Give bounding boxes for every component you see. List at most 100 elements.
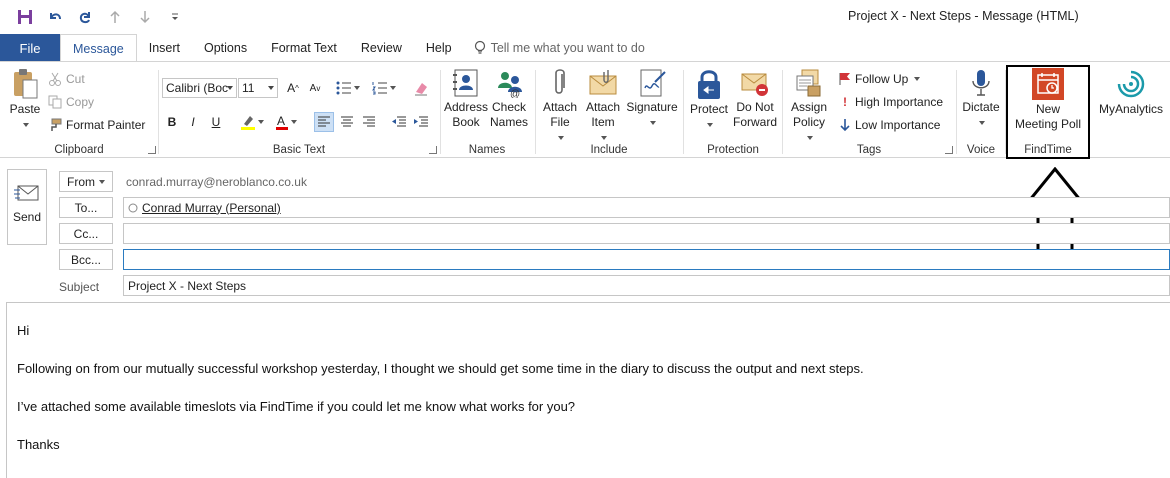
body-line: I’ve attached some available timeslots v… (17, 399, 576, 414)
tab-help[interactable]: Help (414, 34, 464, 62)
tags-dialog-launcher[interactable] (945, 146, 953, 154)
tell-me-text: Tell me what you want to do (490, 41, 645, 55)
group-label-basic-text: Basic Text (272, 144, 326, 156)
follow-up-button[interactable]: Follow Up (839, 72, 921, 86)
message-body[interactable]: Hi Following on from our mutually succes… (6, 302, 1170, 478)
tab-insert[interactable]: Insert (137, 34, 192, 62)
redo-icon[interactable] (74, 7, 96, 27)
flag-icon (839, 73, 850, 85)
myanalytics-button[interactable]: MyAnalytics (1092, 68, 1170, 117)
title-bar: Project X - Next Steps - Message (HTML) (0, 0, 1170, 34)
bcc-field[interactable] (123, 249, 1170, 270)
group-label-voice: Voice (966, 144, 996, 156)
paste-button[interactable]: Paste (8, 68, 42, 132)
address-book-button[interactable]: Address Book (443, 68, 489, 130)
font-size-select[interactable]: 11 (238, 78, 278, 98)
check-names-icon: @ (498, 72, 522, 98)
scissors-icon (49, 72, 61, 86)
align-left-icon[interactable] (314, 112, 334, 132)
shrink-font-icon[interactable]: Av (305, 78, 325, 98)
cc-button[interactable]: Cc... (59, 223, 113, 244)
window-title: Project X - Next Steps - Message (HTML) (848, 9, 1079, 23)
tab-message[interactable]: Message (60, 34, 137, 62)
tab-review[interactable]: Review (349, 34, 414, 62)
assign-policy-button[interactable]: Assign Policy (785, 68, 833, 145)
to-button[interactable]: To... (59, 197, 113, 218)
myanalytics-icon (1117, 70, 1145, 98)
exclamation-icon: ! (843, 95, 847, 109)
recipient-chip[interactable]: Conrad Murray (Personal) (128, 201, 281, 215)
underline-button[interactable]: U (206, 112, 226, 132)
dictate-button[interactable]: Dictate (959, 68, 1003, 130)
low-importance-button[interactable]: Low Importance (839, 118, 940, 132)
bullets-icon[interactable] (333, 78, 363, 98)
decrease-indent-icon[interactable] (389, 112, 409, 132)
increase-indent-icon[interactable] (411, 112, 431, 132)
font-family-select[interactable]: Calibri (Boc (162, 78, 237, 98)
customize-toolbar-icon[interactable] (164, 7, 186, 27)
subject-label: Subject (59, 280, 100, 294)
bcc-button[interactable]: Bcc... (59, 249, 113, 270)
group-label-clipboard: Clipboard (54, 144, 104, 156)
group-include: Attach File Attach Item Signature Includ… (536, 66, 682, 156)
cc-field[interactable] (123, 223, 1170, 244)
group-names: Address Book @ Check Names Names (441, 66, 533, 156)
undo-icon[interactable] (44, 7, 66, 27)
clear-formatting-icon[interactable] (411, 78, 431, 98)
do-not-forward-icon (741, 73, 768, 96)
signature-icon (640, 69, 666, 97)
basic-text-dialog-launcher[interactable] (429, 146, 437, 154)
svg-text:@: @ (510, 89, 520, 98)
bold-button[interactable]: B (162, 112, 182, 132)
previous-item-icon[interactable] (104, 7, 126, 27)
from-button[interactable]: From (59, 171, 113, 192)
attach-file-button[interactable]: Attach File (540, 68, 580, 145)
highlight-color-icon[interactable] (237, 112, 267, 132)
signature-button[interactable]: Signature (624, 68, 680, 130)
group-clipboard: Paste Cut Copy Format Painter Clipboard (0, 66, 158, 156)
tab-format-text[interactable]: Format Text (259, 34, 349, 62)
italic-button[interactable]: I (183, 112, 203, 132)
send-button[interactable]: Send (7, 169, 47, 245)
findtime-highlight-box (1006, 65, 1090, 159)
paste-icon (14, 69, 38, 99)
group-protection: Protect Do Not Forward Protection (684, 66, 782, 156)
subject-field[interactable]: Project X - Next Steps (123, 275, 1170, 296)
to-field[interactable]: Conrad Murray (Personal) (123, 197, 1170, 218)
from-address: conrad.murray@neroblanco.co.uk (126, 175, 307, 189)
align-right-icon[interactable] (359, 112, 379, 132)
tell-me-search[interactable]: Tell me what you want to do (474, 34, 645, 62)
protect-button[interactable]: Protect (686, 68, 732, 132)
format-painter-button[interactable]: Format Painter (48, 118, 145, 132)
tab-options[interactable]: Options (192, 34, 259, 62)
ribbon: Paste Cut Copy Format Painter Clipboard … (0, 61, 1170, 158)
group-label-tags: Tags (856, 144, 882, 156)
high-importance-button[interactable]: ! High Importance (839, 95, 943, 109)
lock-icon (698, 70, 720, 99)
send-icon (14, 185, 39, 201)
align-center-icon[interactable] (337, 112, 357, 132)
format-painter-icon (51, 118, 62, 131)
save-icon[interactable] (14, 7, 36, 27)
quick-access-toolbar (14, 7, 186, 27)
copy-button[interactable]: Copy (48, 95, 94, 109)
font-color-icon[interactable]: A (271, 112, 301, 132)
paperclip-icon (555, 69, 565, 94)
group-label-names: Names (468, 144, 506, 156)
group-tags: Assign Policy Follow Up ! High Importanc… (783, 66, 955, 156)
group-myanalytics: MyAnalytics (1092, 66, 1170, 156)
tab-file[interactable]: File (0, 34, 60, 62)
clipboard-dialog-launcher[interactable] (148, 146, 156, 154)
attach-item-button[interactable]: Attach Item (582, 68, 624, 145)
next-item-icon[interactable] (134, 7, 156, 27)
do-not-forward-button[interactable]: Do Not Forward (732, 68, 778, 130)
grow-font-icon[interactable]: A ^ (283, 78, 303, 98)
assign-policy-icon (796, 69, 821, 97)
copy-icon (48, 95, 62, 109)
svg-text:A: A (277, 114, 285, 128)
check-names-button[interactable]: @ Check Names (487, 68, 531, 130)
lightbulb-icon (474, 40, 485, 54)
cut-button[interactable]: Cut (48, 72, 85, 86)
numbering-icon[interactable] (369, 78, 399, 98)
group-basic-text: Calibri (Boc 11 A ^ Av B I U A Basic Tex… (159, 66, 439, 156)
